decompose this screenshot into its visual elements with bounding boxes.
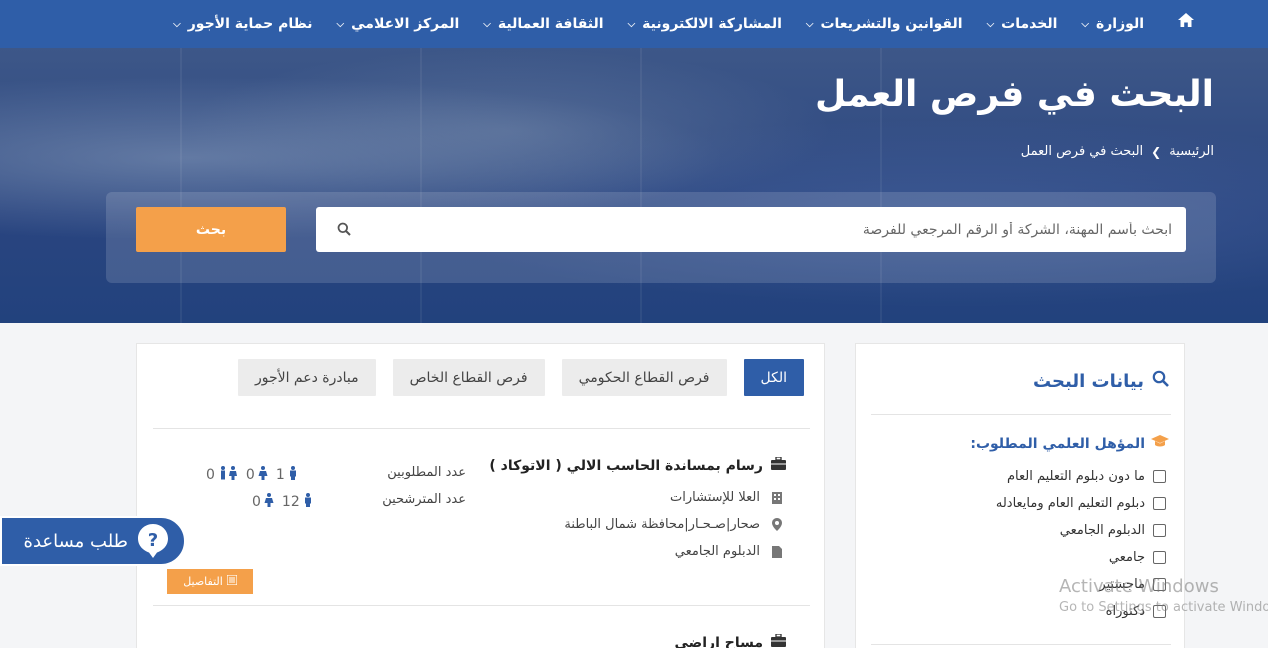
briefcase-icon <box>771 633 786 648</box>
building-icon <box>770 491 784 504</box>
count-male: 1 <box>276 466 298 484</box>
male-icon <box>288 466 298 484</box>
count-female: 0 <box>246 466 268 484</box>
breadcrumb-current: البحث في فرص العمل <box>1020 144 1144 159</box>
checkbox[interactable] <box>1153 470 1166 483</box>
search-icon <box>1152 370 1169 392</box>
tab-government-sector[interactable]: فرص القطاع الحكومي <box>561 359 727 396</box>
breadcrumb: الرئيسية ❯ البحث في فرص العمل <box>1021 144 1214 159</box>
count-any: 0 <box>206 466 238 484</box>
tabs: الكل فرص القطاع الحكومي فرص القطاع الخاص… <box>237 359 804 396</box>
female-icon <box>264 493 274 511</box>
filter-option[interactable]: جامعي <box>1109 550 1166 565</box>
male-icon <box>303 493 313 511</box>
help-request-button[interactable]: طلب مساعدة ? <box>0 516 186 566</box>
search-input[interactable] <box>316 207 1186 252</box>
tab-all[interactable]: الكل <box>743 359 804 396</box>
tab-private-sector[interactable]: فرص القطاع الخاص <box>392 359 545 396</box>
document-icon <box>770 545 784 558</box>
filter-option[interactable]: ما دون دبلوم التعليم العام <box>1007 469 1166 484</box>
nav-item-e-participation[interactable]: المشاركة الالكترونية ⌵ <box>616 0 794 48</box>
chevron-left-icon: ❯ <box>1151 144 1162 159</box>
nav-item-ministry[interactable]: الوزارة ⌵ <box>1069 0 1156 48</box>
qualification-filter-heading: المؤهل العلمي المطلوب: <box>970 435 1169 452</box>
applicants-count-label: عدد المترشحين <box>382 492 466 507</box>
filter-option[interactable]: الدبلوم الجامعي <box>1060 523 1166 538</box>
job-title[interactable]: مساح اراضي <box>675 633 786 648</box>
filters-title: بيانات البحث <box>1033 370 1169 392</box>
help-bubble-icon: ? <box>138 524 168 558</box>
chevron-down-icon: ⌵ <box>805 18 814 30</box>
nav-item-laws[interactable]: القوانين والتشريعات ⌵ <box>794 0 975 48</box>
applicant-count-male: 12 <box>282 493 313 511</box>
graduation-cap-icon <box>1151 435 1169 452</box>
chevron-down-icon: ⌵ <box>627 18 636 30</box>
checkbox[interactable] <box>1153 551 1166 564</box>
map-marker-icon <box>770 518 784 531</box>
windows-activation-hint: Go to Settings to activate Windows. <box>1059 600 1268 615</box>
job-title[interactable]: رسام بمساندة الحاسب الالي ( الاتوكاد ) <box>489 456 786 474</box>
divider <box>153 428 810 429</box>
hero-banner: البحث في فرص العمل الرئيسية ❯ البحث في ف… <box>0 48 1268 323</box>
chevron-down-icon: ⌵ <box>986 18 995 30</box>
jobs-panel: الكل فرص القطاع الحكومي فرص القطاع الخاص… <box>136 343 825 648</box>
filter-option[interactable]: دبلوم التعليم العام ومايعادله <box>996 496 1166 511</box>
briefcase-icon <box>771 456 786 474</box>
applicant-count-female: 0 <box>252 493 274 511</box>
checkbox[interactable] <box>1153 524 1166 537</box>
job-location: صحار|صـحـار|محافظة شمال الباطنة <box>564 517 784 532</box>
applicant-counts: 0 12 <box>252 493 313 511</box>
female-icon <box>258 466 268 484</box>
job-qualification: الدبلوم الجامعي <box>675 544 784 559</box>
chevron-down-icon: ⌵ <box>336 18 345 30</box>
chevron-down-icon: ⌵ <box>483 18 491 30</box>
divider <box>871 414 1171 415</box>
home-icon[interactable] <box>1172 10 1200 30</box>
required-count-label: عدد المطلوبين <box>387 465 466 480</box>
divider <box>871 644 1171 645</box>
list-icon <box>226 574 238 588</box>
nav-item-media-center[interactable]: المركز الاعلامي ⌵ <box>325 0 472 48</box>
required-counts: 0 0 1 <box>206 466 298 484</box>
windows-activation-watermark: Activate Windows <box>1059 576 1219 597</box>
tab-wage-support[interactable]: مبادرة دعم الأجور <box>237 359 376 396</box>
page-title: البحث في فرص العمل <box>814 74 1214 115</box>
male-female-icon <box>218 466 238 484</box>
divider <box>153 605 810 606</box>
breadcrumb-home[interactable]: الرئيسية <box>1169 144 1214 159</box>
chevron-down-icon: ⌵ <box>1081 18 1089 30</box>
checkbox[interactable] <box>1153 497 1166 510</box>
details-button[interactable]: التفاصيل <box>167 569 253 594</box>
nav-item-services[interactable]: الخدمات ⌵ <box>975 0 1070 48</box>
nav-item-wage-protection[interactable]: نظام حماية الأجور ⌵ <box>161 0 324 48</box>
svg-text:?: ? <box>148 530 158 551</box>
search-icon <box>337 221 353 237</box>
top-navigation: الوزارة ⌵ الخدمات ⌵ القوانين والتشريعات ⌵ ا… <box>0 0 1268 48</box>
nav-item-labor-culture[interactable]: الثقافة العمالية ⌵ <box>471 0 615 48</box>
search-button[interactable]: بحث <box>136 207 286 252</box>
job-company: العلا للإستشارات <box>670 490 784 505</box>
chevron-down-icon: ⌵ <box>173 18 181 30</box>
search-box: بحث <box>106 192 1216 283</box>
